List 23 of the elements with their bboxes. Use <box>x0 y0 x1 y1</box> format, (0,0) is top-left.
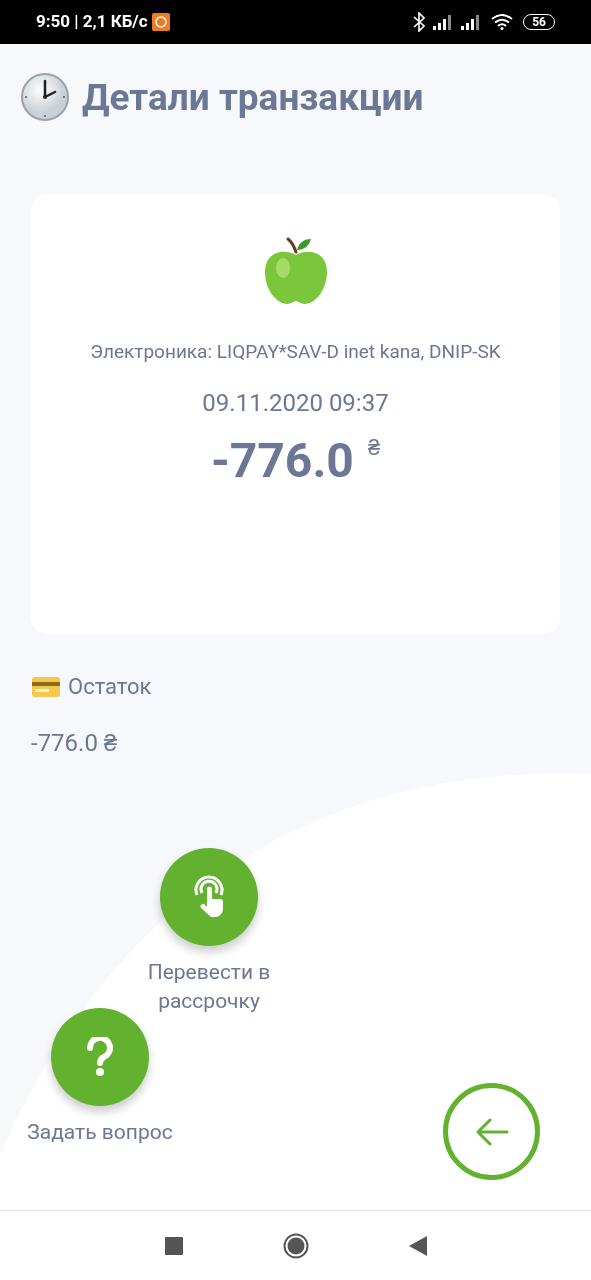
status-time: 9:50 | 2,1 КБ/с <box>36 10 148 34</box>
signal-icon <box>461 14 482 30</box>
merchant-text: Электроника: LIQPAY*SAV-D inet kana, DNIP-SK <box>90 339 501 365</box>
home-icon[interactable] <box>282 1232 309 1259</box>
amount-value: -776.0 <box>210 436 354 485</box>
apple-icon <box>262 236 329 306</box>
recent-apps-icon[interactable] <box>164 1236 183 1255</box>
app-notification-icon <box>151 13 170 31</box>
back-icon[interactable] <box>408 1235 427 1256</box>
bluetooth-icon <box>413 12 426 32</box>
question-mark-icon <box>87 1037 113 1077</box>
transaction-date: 09.11.2020 09:37 <box>202 387 389 419</box>
action-label: Перевести в рассрочку <box>146 959 272 1015</box>
wifi-icon <box>491 14 514 30</box>
signal-icon <box>433 14 454 30</box>
arrow-left-icon <box>474 1117 509 1146</box>
balance-value: -776.0 ₴ <box>30 728 119 759</box>
page-title: Детали транзакции <box>82 78 424 116</box>
clock-icon <box>20 72 70 122</box>
balance-label: Остаток <box>68 673 152 701</box>
action-label: Задать вопрос <box>26 1119 174 1146</box>
currency-sign: ₴ <box>367 436 381 459</box>
credit-card-icon <box>32 676 60 697</box>
